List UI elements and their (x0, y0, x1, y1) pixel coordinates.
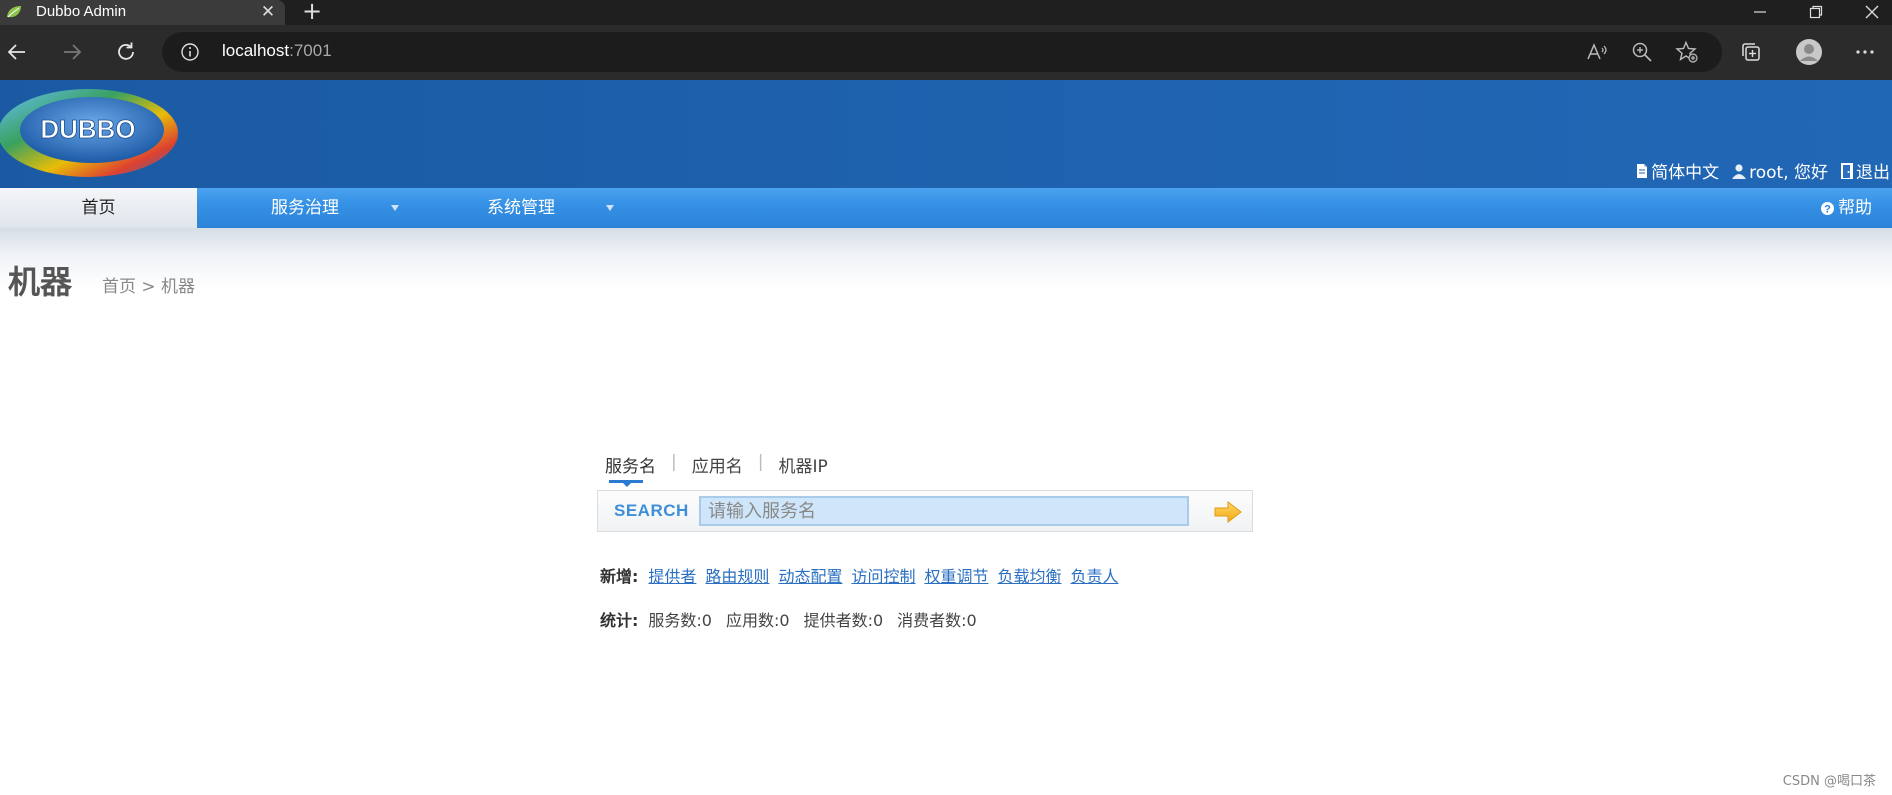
nav-service-governance[interactable]: 服务治理 (271, 188, 339, 228)
header-user-links: 简体中文 root, 您好 退出 (1635, 158, 1890, 183)
tab-separator: | (671, 452, 677, 472)
add-route-rule-link[interactable]: 路由规则 (705, 563, 769, 587)
nav-system-management[interactable]: 系统管理 (487, 188, 555, 228)
add-owner-link[interactable]: 负责人 (1071, 563, 1119, 587)
svg-text:?: ? (1824, 203, 1831, 215)
zoom-in-icon (1632, 42, 1652, 62)
minimize-button[interactable] (1740, 0, 1780, 25)
back-button[interactable] (2, 37, 32, 67)
document-icon (1637, 163, 1648, 178)
more-dots-icon (1856, 50, 1874, 54)
refresh-button[interactable] (111, 37, 141, 67)
stats-label: 统计: (600, 611, 639, 630)
stat-service-count: 服务数:0 (648, 611, 712, 630)
zoom-button[interactable] (1629, 39, 1655, 65)
close-tab-icon[interactable]: ✕ (258, 2, 278, 22)
close-icon (1865, 5, 1879, 19)
search-label: SEARCH (614, 501, 689, 520)
logout-door-icon (1841, 162, 1853, 179)
logout-label: 退出 (1856, 163, 1890, 183)
browser-toolbar: localhost:7001 (0, 25, 1892, 80)
user-greeting[interactable]: root, 您好 (1731, 158, 1828, 183)
statistics-row: 统计: 服务数:0 应用数:0 提供者数:0 消费者数:0 (600, 607, 991, 631)
minimize-icon (1754, 11, 1766, 13)
avatar-icon (1796, 39, 1822, 65)
chevron-down-icon[interactable] (606, 205, 614, 211)
add-favorite-button[interactable] (1674, 39, 1700, 65)
page-header: DUBBO 简体中文 root, 您好 退出 (0, 80, 1892, 188)
more-menu-button[interactable] (1852, 39, 1878, 65)
language-label: 简体中文 (1651, 163, 1720, 183)
help-label: 帮助 (1838, 198, 1872, 218)
main-navigation: 首页 服务治理 系统管理 ? 帮助 (0, 188, 1892, 228)
user-greeting-text: root, 您好 (1749, 163, 1828, 183)
read-aloud-icon (1587, 43, 1607, 60)
address-bar[interactable]: localhost:7001 (162, 32, 1722, 72)
page-title: 机器 (8, 263, 73, 301)
quick-add-row: 新增: 提供者 路由规则 动态配置 访问控制 权重调节 负载均衡 负责人 (600, 563, 1128, 587)
dubbo-logo[interactable]: DUBBO (0, 85, 180, 185)
browser-title-bar: Dubbo Admin ✕ + (0, 0, 1892, 25)
stat-application-count: 应用数:0 (725, 611, 790, 630)
language-link[interactable]: 简体中文 (1635, 158, 1719, 183)
tab-title: Dubbo Admin (36, 3, 127, 20)
add-weight-link[interactable]: 权重调节 (924, 563, 988, 587)
question-icon: ? (1821, 201, 1834, 215)
active-tab-indicator (609, 480, 643, 487)
restore-icon (1809, 5, 1823, 19)
logout-link[interactable]: 退出 (1840, 158, 1890, 183)
help-link[interactable]: ? 帮助 (1820, 188, 1872, 228)
tab-application-name[interactable]: 应用名 (692, 452, 743, 477)
new-tab-icon[interactable]: + (300, 0, 324, 24)
user-icon (1732, 163, 1747, 179)
collections-button[interactable] (1738, 39, 1764, 65)
nav-home[interactable]: 首页 (0, 188, 197, 228)
arrow-right-icon (64, 44, 82, 60)
search-input[interactable] (699, 496, 1189, 526)
stat-provider-count: 提供者数:0 (803, 611, 884, 630)
breadcrumb[interactable]: 首页 > 机器 (102, 272, 195, 297)
forward-button[interactable] (57, 37, 87, 67)
tab-separator: | (757, 452, 764, 472)
restore-button[interactable] (1796, 0, 1836, 25)
close-window-button[interactable] (1852, 0, 1892, 25)
refresh-icon (118, 42, 134, 60)
watermark: CSDN @喝口茶 (1782, 774, 1876, 789)
chevron-down-icon[interactable] (391, 205, 399, 211)
add-load-balance-link[interactable]: 负载均衡 (997, 563, 1061, 587)
add-access-control-link[interactable]: 访问控制 (851, 563, 915, 587)
arrow-right-icon[interactable] (1213, 499, 1243, 525)
profile-button[interactable] (1794, 37, 1822, 65)
stat-consumer-count: 消费者数:0 (897, 611, 977, 630)
arrow-left-icon (7, 44, 25, 60)
collections-icon (1742, 43, 1760, 61)
title-band (0, 228, 1892, 288)
add-label: 新增: (600, 567, 639, 586)
search-bar: SEARCH (597, 490, 1253, 532)
url-text[interactable]: localhost:7001 (222, 41, 332, 61)
spring-leaf-icon (7, 6, 21, 18)
tab-service-name[interactable]: 服务名 (605, 452, 656, 487)
browser-tab[interactable]: Dubbo Admin ✕ (0, 0, 285, 25)
info-icon[interactable] (180, 42, 200, 62)
add-provider-link[interactable]: 提供者 (648, 563, 696, 587)
read-aloud-button[interactable] (1584, 39, 1610, 65)
add-dynamic-config-link[interactable]: 动态配置 (778, 563, 842, 587)
tab-machine-ip[interactable]: 机器IP (778, 452, 827, 477)
svg-text:DUBBO: DUBBO (40, 114, 135, 144)
star-add-icon (1675, 40, 1698, 63)
search-type-tabs: 服务名 | 应用名 | 机器IP (605, 452, 828, 487)
